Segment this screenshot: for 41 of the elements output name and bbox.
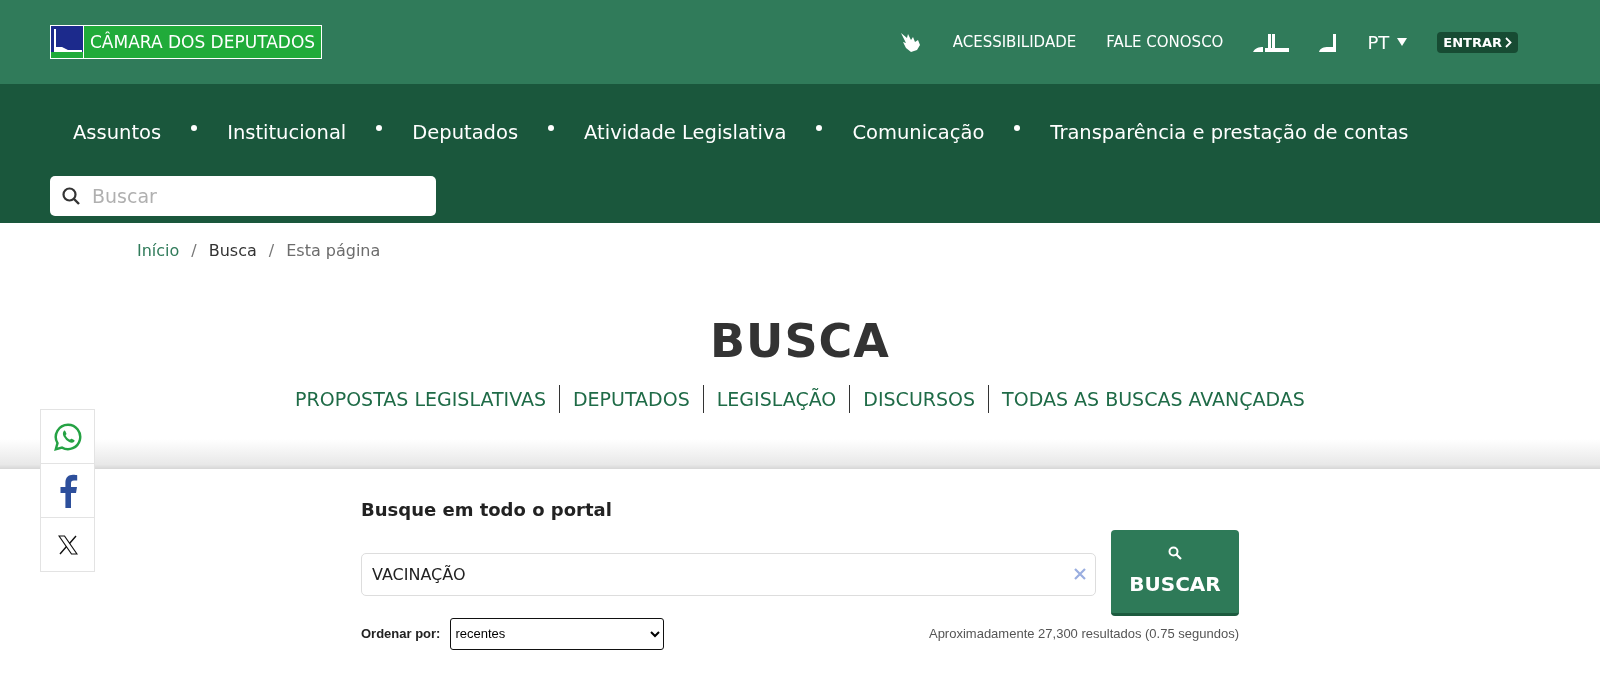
x-logo-icon — [57, 534, 78, 555]
nav-item[interactable]: Deputados — [412, 120, 519, 144]
nav-item[interactable]: Atividade Legislativa — [584, 120, 787, 144]
search-icon — [1168, 546, 1182, 561]
login-button[interactable]: ENTRAR — [1437, 31, 1518, 53]
nav-item[interactable]: Transparência e prestação de contas — [1050, 120, 1409, 144]
breadcrumb-separator: / — [268, 241, 275, 260]
nav-item[interactable]: Comunicação — [852, 120, 985, 144]
caret-icon — [1397, 38, 1408, 46]
header-link[interactable]: ACESSIBILIDADE — [952, 33, 1077, 51]
congress-building-icon[interactable] — [1253, 32, 1290, 52]
logo-text: CÂMARA DOS DEPUTADOS — [83, 26, 322, 58]
search-type-link[interactable]: DISCURSOS — [849, 384, 989, 413]
search-field[interactable]: Buscar — [50, 176, 436, 216]
sort-select[interactable]: recentes — [450, 617, 665, 650]
query-field[interactable]: VACINAÇÃO — [361, 552, 1096, 596]
header-link[interactable]: FALE CONOSCO — [1106, 33, 1224, 51]
breadcrumb-separator: / — [191, 241, 197, 260]
breadcrumb-text: Esta página — [286, 241, 381, 260]
language-selector[interactable]: PT — [1367, 31, 1408, 53]
building-icon[interactable] — [1319, 32, 1338, 52]
search-type-link[interactable]: TODAS AS BUSCAS AVANÇADAS — [988, 384, 1318, 413]
search-icon — [62, 187, 80, 205]
page-title: BUSCA — [709, 316, 891, 367]
results-count: Aproximadamente 27,300 resultados (0.75 segundos) — [928, 626, 1239, 642]
whatsapp-icon — [52, 421, 83, 452]
search-type-link[interactable]: DEPUTADOS — [559, 384, 703, 413]
share-button[interactable] — [40, 409, 95, 464]
share-button[interactable] — [40, 517, 95, 572]
building-logo-icon — [51, 26, 83, 58]
chevron-right-icon — [1505, 36, 1512, 48]
nav-item[interactable]: Assuntos — [73, 120, 162, 144]
section-heading: Busque em todo o portal — [361, 498, 613, 520]
sort-label: Ordenar por: — [361, 626, 441, 642]
nav-item[interactable]: Institucional — [227, 120, 347, 144]
search-button[interactable]: BUSCAR — [1111, 529, 1239, 616]
search-type-link[interactable]: LEGISLAÇÃO — [702, 384, 850, 413]
search-type-link[interactable]: PROPOSTAS LEGISLATIVAS — [282, 384, 559, 413]
share-button[interactable] — [40, 463, 95, 518]
breadcrumb-link[interactable]: Início — [137, 241, 180, 260]
breadcrumb-text: Busca — [208, 241, 257, 260]
